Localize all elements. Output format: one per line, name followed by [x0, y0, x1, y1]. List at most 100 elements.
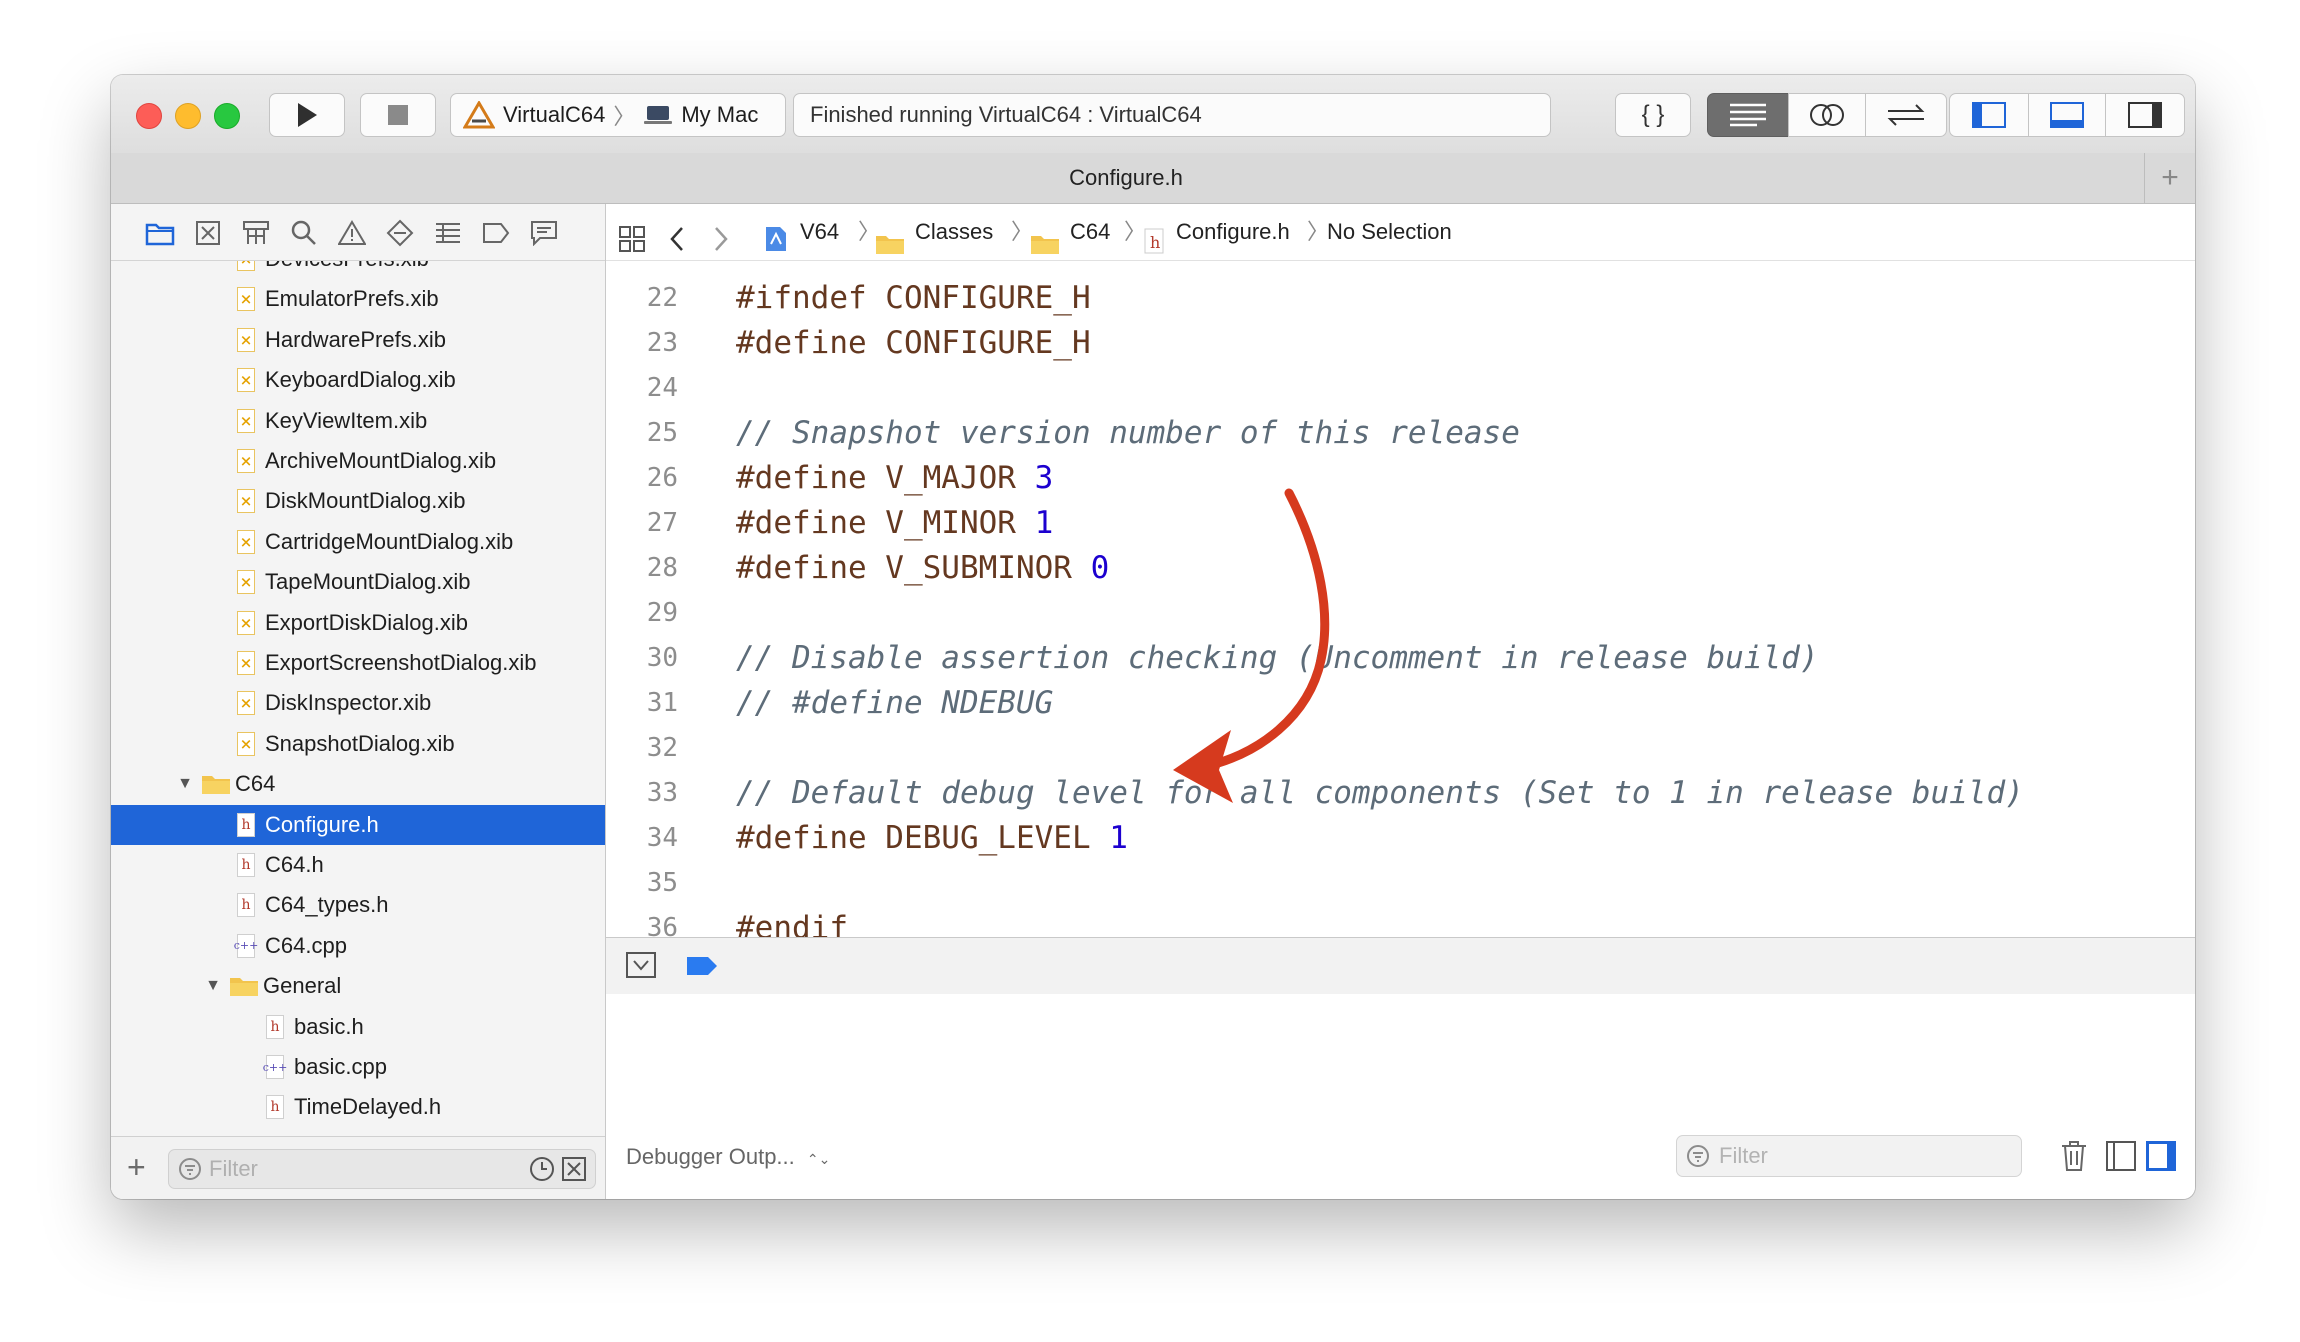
test-navigator-diamond-icon[interactable]: [385, 218, 415, 248]
code-preprocessor: #define V_SUBMINOR: [736, 550, 1091, 586]
trash-icon[interactable]: [2060, 1140, 2088, 1177]
code-line[interactable]: 23 #define CONFIGURE_H: [606, 321, 2195, 365]
tree-file[interactable]: × DevicesPrefs.xib: [111, 261, 605, 279]
assistant-editor-button[interactable]: [1788, 93, 1866, 137]
breadcrumb-project[interactable]: V64: [800, 204, 839, 260]
tree-file[interactable]: × ExportScreenshotDialog.xib: [111, 643, 605, 683]
add-file-button[interactable]: +: [127, 1149, 146, 1186]
tree-file[interactable]: × ArchiveMountDialog.xib: [111, 441, 605, 481]
tree-file[interactable]: h Configure.h: [111, 804, 605, 845]
tree-file[interactable]: h C64_types.h: [111, 885, 605, 925]
scheme-selector[interactable]: VirtualC64 〉 My Mac: [450, 93, 786, 137]
code-text: // Snapshot version number of this relea…: [736, 411, 1520, 455]
tree-folder[interactable]: ▼ General: [111, 966, 605, 1006]
debug-console[interactable]: Debugger Outp... ⌃⌄ Filter: [606, 994, 2195, 1199]
mac-icon: [644, 106, 673, 124]
code-line[interactable]: 32: [606, 726, 2195, 770]
tree-file[interactable]: c++ C64.cpp: [111, 926, 605, 966]
run-button[interactable]: [269, 93, 345, 137]
code-line[interactable]: 28 #define V_SUBMINOR 0: [606, 546, 2195, 590]
console-filter-field[interactable]: Filter: [1676, 1135, 2022, 1177]
code-line[interactable]: 31 // #define NDEBUG: [606, 681, 2195, 725]
code-line[interactable]: 21: [606, 261, 2195, 275]
header-file-icon: h: [1144, 219, 1164, 254]
code-line[interactable]: 35: [606, 861, 2195, 905]
zoom-window-button[interactable]: [214, 103, 240, 129]
breadcrumb-classes[interactable]: Classes: [915, 204, 993, 260]
breakpoint-navigator-icon[interactable]: [481, 218, 511, 248]
tree-file[interactable]: h TimeDelayed.h: [111, 1087, 605, 1127]
line-number: 29: [646, 598, 678, 628]
interface-file-icon: ×: [237, 368, 255, 393]
toggle-inspector-button[interactable]: [2105, 93, 2185, 137]
back-chevron-icon[interactable]: [668, 218, 686, 251]
toggle-debug-area-button[interactable]: [2028, 93, 2106, 137]
tree-file[interactable]: × DiskInspector.xib: [111, 683, 605, 723]
debugger-output-popup[interactable]: Debugger Outp... ⌃⌄: [626, 1144, 830, 1170]
find-navigator-search-icon[interactable]: [289, 218, 319, 248]
close-window-button[interactable]: [136, 103, 162, 129]
tree-file[interactable]: × ExportDiskDialog.xib: [111, 603, 605, 643]
tree-folder[interactable]: ▼ C64: [111, 764, 605, 804]
breadcrumb-symbol[interactable]: No Selection: [1327, 204, 1452, 260]
breakpoints-active-icon[interactable]: [686, 956, 718, 981]
code-line[interactable]: 22 #ifndef CONFIGURE_H: [606, 276, 2195, 320]
tree-file[interactable]: c++ basic.cpp: [111, 1047, 605, 1087]
minimize-window-button[interactable]: [175, 103, 201, 129]
tree-file[interactable]: × DiskMountDialog.xib: [111, 481, 605, 521]
tree-item-label: C64.h: [265, 852, 324, 877]
navigator-filter-placeholder: Filter: [209, 1156, 258, 1181]
tab-configure-h[interactable]: Configure.h: [111, 153, 2141, 203]
navigator-filter-field[interactable]: Filter: [168, 1149, 596, 1189]
tree-file[interactable]: × KeyViewItem.xib: [111, 401, 605, 441]
tree-file[interactable]: × EmulatorPrefs.xib: [111, 279, 605, 319]
source-editor[interactable]: 21 22 #ifndef CONFIGURE_H 23 #define CONFIGU…: [606, 261, 2195, 937]
standard-editor-button[interactable]: [1707, 93, 1789, 137]
disclosure-triangle-icon[interactable]: ▼: [205, 977, 221, 995]
code-line[interactable]: 33 // Default debug level for all compone…: [606, 771, 2195, 815]
version-editor-button[interactable]: [1865, 93, 1947, 137]
hide-debug-area-icon[interactable]: [626, 952, 656, 983]
project-navigator-folder-icon[interactable]: [145, 218, 175, 248]
stop-button[interactable]: [360, 93, 436, 137]
code-line[interactable]: 29: [606, 591, 2195, 635]
code-number: 1: [1109, 820, 1128, 856]
tree-file[interactable]: h C64.h: [111, 845, 605, 885]
interface-file-icon: ×: [237, 261, 255, 271]
code-line[interactable]: 34 #define DEBUG_LEVEL 1: [606, 816, 2195, 860]
breadcrumb-file[interactable]: Configure.h: [1176, 204, 1290, 260]
code-line[interactable]: 26 #define V_MAJOR 3: [606, 456, 2195, 500]
tree-file[interactable]: × CartridgeMountDialog.xib: [111, 522, 605, 562]
code-line[interactable]: 30// Disable assertion checking (Uncomme…: [606, 636, 2195, 680]
new-tab-button[interactable]: +: [2144, 153, 2195, 203]
breadcrumb-c64[interactable]: C64: [1070, 204, 1110, 260]
symbol-navigator-icon[interactable]: [241, 218, 271, 248]
code-line[interactable]: 27 #define V_MINOR 1: [606, 501, 2195, 545]
disclosure-triangle-icon[interactable]: ▼: [177, 775, 193, 793]
recent-files-clock-icon[interactable]: [529, 1156, 555, 1182]
tree-file[interactable]: × HardwarePrefs.xib: [111, 320, 605, 360]
filter-icon: [179, 1158, 201, 1180]
line-number: 27: [646, 508, 678, 538]
related-items-grid-icon[interactable]: [618, 218, 646, 252]
library-button[interactable]: { }: [1615, 93, 1691, 137]
forward-chevron-icon[interactable]: [712, 218, 730, 251]
source-control-icon[interactable]: [193, 218, 223, 248]
toggle-navigator-button[interactable]: [1949, 93, 2029, 137]
code-text: #ifndef CONFIGURE_H: [736, 276, 1091, 320]
debug-navigator-icon[interactable]: [433, 218, 463, 248]
tree-file[interactable]: × SnapshotDialog.xib: [111, 724, 605, 764]
tree-file[interactable]: × TapeMountDialog.xib: [111, 562, 605, 602]
tree-file[interactable]: h basic.h: [111, 1007, 605, 1047]
source-control-filter-icon[interactable]: [561, 1156, 587, 1182]
show-variables-view-icon[interactable]: [2106, 1141, 2136, 1176]
app-target-icon: [463, 101, 495, 129]
show-console-view-icon[interactable]: [2146, 1141, 2176, 1176]
code-line[interactable]: 36 #endif: [606, 906, 2195, 937]
issue-navigator-warning-icon[interactable]: [337, 218, 367, 248]
code-line[interactable]: 24: [606, 366, 2195, 410]
report-navigator-icon[interactable]: [529, 218, 559, 248]
code-line[interactable]: 25 // Snapshot version number of this rel…: [606, 411, 2195, 455]
venn-icon: [1810, 104, 1844, 126]
tree-file[interactable]: × KeyboardDialog.xib: [111, 360, 605, 400]
